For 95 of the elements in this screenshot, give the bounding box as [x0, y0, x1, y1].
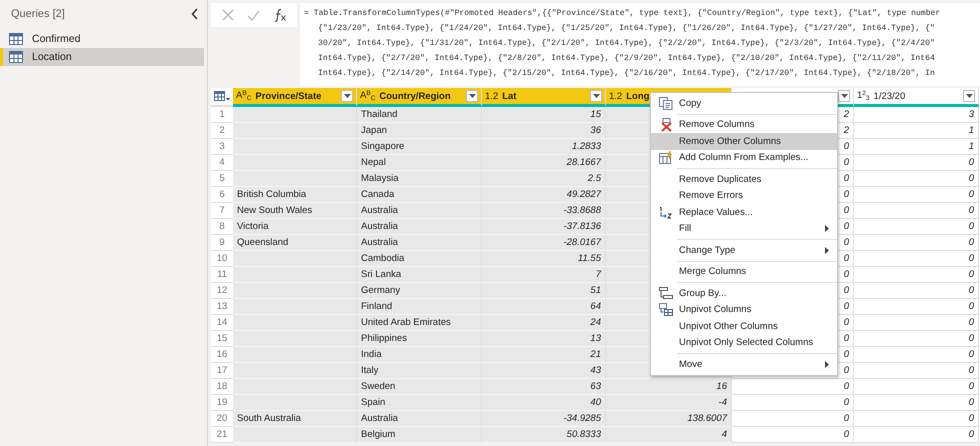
column-name: Country/Region — [379, 90, 451, 102]
table-cell: 2.5 — [482, 171, 606, 187]
table-cell: 7 — [482, 267, 606, 283]
table-cell: Philippines — [357, 331, 482, 347]
table-cell: 0 — [732, 379, 854, 395]
table-cell: Australia — [357, 411, 482, 427]
table-cell: 64 — [482, 299, 606, 315]
row-number: 19 — [211, 395, 233, 411]
row-number: 12 — [211, 283, 233, 299]
table-cell: 4 — [606, 427, 732, 443]
table-cell: 0 — [854, 427, 979, 443]
table-cell: 0 — [854, 267, 979, 283]
table-cell: 0 — [732, 411, 854, 427]
row-number: 6 — [211, 187, 233, 203]
table-cell: -34.9285 — [482, 411, 606, 427]
table-cell: Finland — [357, 299, 482, 315]
table-cell: 138.6007 — [606, 411, 732, 427]
column-name: Long — [626, 90, 650, 102]
table-cell: Malaysia — [357, 171, 482, 187]
table-cell: 0 — [854, 251, 979, 267]
table-cell: 3 — [854, 107, 979, 123]
table-cell: 0 — [854, 187, 979, 203]
table-cell: 63 — [482, 379, 606, 395]
row-number: 8 — [211, 219, 233, 235]
column-name: 1/23/20 — [874, 90, 906, 102]
column-name: Lat — [502, 90, 516, 102]
table-cell: 36 — [482, 123, 606, 139]
table-cell: 0 — [854, 283, 979, 299]
table-cell: 0 — [854, 363, 979, 379]
table-cell: 0 — [854, 219, 979, 235]
row-number: 9 — [211, 235, 233, 251]
table-cell: Canada — [357, 187, 482, 203]
table-cell: Sri Lanka — [357, 267, 482, 283]
row-number: 10 — [211, 251, 233, 267]
table-cell: Spain — [357, 395, 482, 411]
table-cell: Nepal — [357, 155, 482, 171]
table-cell: 15 — [482, 107, 606, 123]
table-cell: 0 — [854, 347, 979, 363]
table-cell: Sweden — [357, 379, 482, 395]
row-number: 20 — [211, 411, 233, 427]
table-cell: -37.8136 — [482, 219, 606, 235]
table-cell: 1 — [854, 123, 979, 139]
table-cell: Japan — [357, 123, 482, 139]
table-cell: Italy — [357, 363, 482, 379]
table-cell: 0 — [854, 299, 979, 315]
table-cell: Belgium — [357, 427, 482, 443]
table-cell: 0 — [732, 395, 854, 411]
pane-title: Queries [2] — [11, 8, 65, 20]
table-cell: 1 — [854, 139, 979, 155]
table-cell: -33.8688 — [482, 203, 606, 219]
table-cell: 0 — [854, 395, 979, 411]
table-cell: Queensland — [233, 235, 357, 251]
row-number: 16 — [211, 347, 233, 363]
table-cell: 0 — [854, 379, 979, 395]
table-cell: 0 — [732, 427, 854, 443]
table-cell: South Australia — [233, 411, 357, 427]
row-number: 21 — [211, 427, 233, 443]
table-cell: 50.8333 — [482, 427, 606, 443]
table-cell: United Arab Emirates — [357, 315, 482, 331]
table-cell: 40 — [482, 395, 606, 411]
table-cell: 0 — [854, 331, 979, 347]
table-cell: Australia — [357, 203, 482, 219]
table-cell: Thailand — [357, 107, 482, 123]
table-cell: 43 — [482, 363, 606, 379]
table-cell: Cambodia — [357, 251, 482, 267]
table-cell: 0 — [854, 171, 979, 187]
table-cell: New South Wales — [233, 203, 357, 219]
table-cell: 0 — [854, 315, 979, 331]
row-number: 3 — [211, 139, 233, 155]
table-cell: 51 — [482, 283, 606, 299]
row-number: 2 — [211, 123, 233, 139]
table-cell: 0 — [854, 411, 979, 427]
table-cell: 21 — [482, 347, 606, 363]
table-cell: 11.55 — [482, 251, 606, 267]
table-cell: 13 — [482, 331, 606, 347]
column-name: Province/State — [255, 90, 322, 102]
table-cell: Singapore — [357, 139, 482, 155]
row-number: 13 — [211, 299, 233, 315]
table-cell: 24 — [482, 315, 606, 331]
table-cell: India — [357, 347, 482, 363]
table-cell: 1.2833 — [482, 139, 606, 155]
table-cell: -4 — [606, 395, 732, 411]
table-cell: Germany — [357, 283, 482, 299]
table-cell: -28.0167 — [482, 235, 606, 251]
table-cell: Australia — [357, 235, 482, 251]
table-cell: Australia — [357, 219, 482, 235]
table-cell: 0 — [854, 235, 979, 251]
table-cell: 16 — [606, 379, 732, 395]
table-cell: 49.2827 — [482, 187, 606, 203]
table-cell: Victoria — [233, 219, 357, 235]
table-cell: 0 — [854, 155, 979, 171]
row-number: 18 — [211, 379, 233, 395]
table-cell: British Columbia — [233, 187, 357, 203]
table-cell: 0 — [854, 203, 979, 219]
table-cell: 28.1667 — [482, 155, 606, 171]
